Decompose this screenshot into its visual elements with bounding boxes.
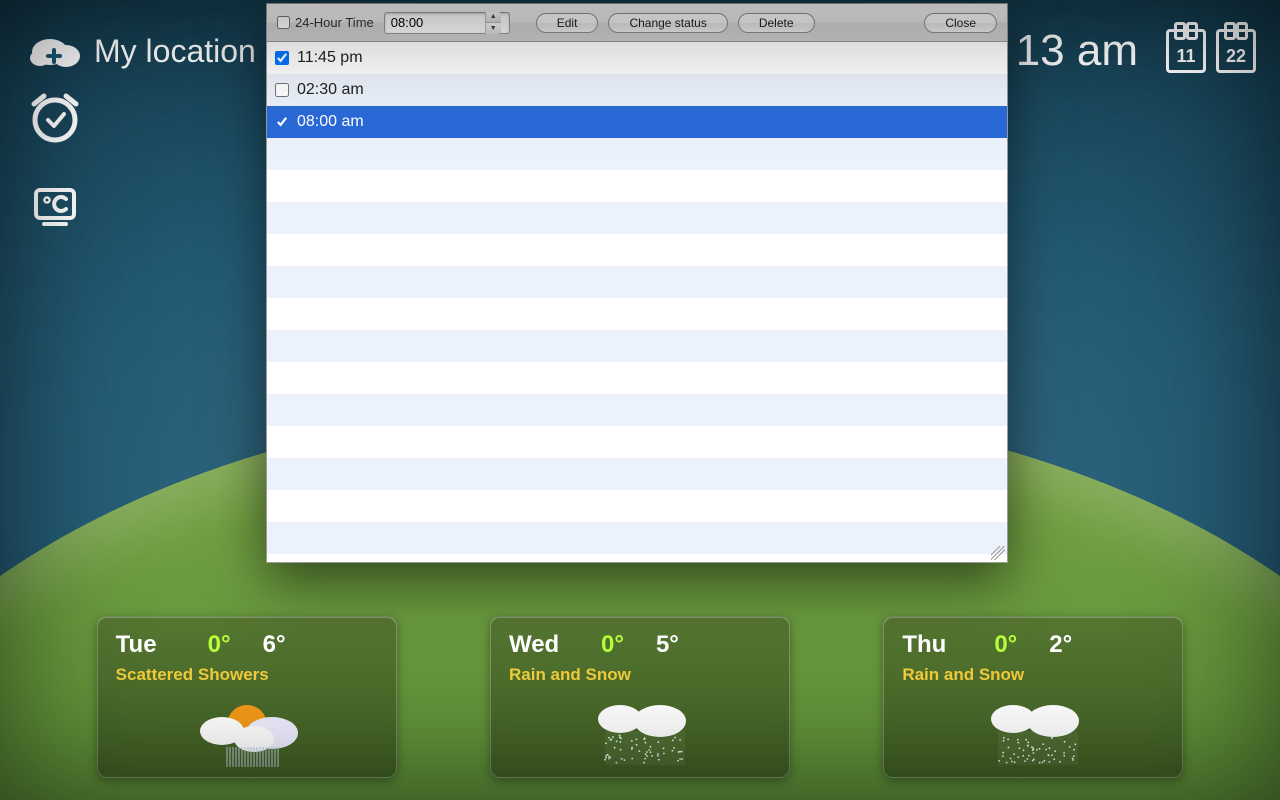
forecast-desc: Scattered Showers [116, 665, 378, 685]
forecast-head: Wed 0° 5° [509, 631, 771, 659]
alarm-list[interactable]: 11:45 pm 02:30 am 08:00 am [267, 42, 1007, 562]
alarm-row-empty[interactable] [267, 490, 1007, 522]
alarm-row-empty[interactable] [267, 362, 1007, 394]
alarm-row-empty[interactable] [267, 298, 1007, 330]
calendar-badge-right[interactable]: 22 [1216, 29, 1256, 73]
alarm-row-empty[interactable] [267, 554, 1007, 562]
close-button[interactable]: Close [924, 13, 997, 33]
alarm-enabled-checkbox[interactable] [275, 83, 289, 97]
forecast-low: 0° [208, 631, 231, 659]
time-stepper[interactable]: ▲ ▼ [485, 12, 501, 34]
24hour-toggle[interactable]: 24-Hour Time [277, 15, 374, 30]
forecast-low: 0° [994, 631, 1017, 659]
forecast-low: 0° [601, 631, 624, 659]
forecast-card[interactable]: Wed 0° 5° Rain and Snow [490, 616, 790, 778]
stepper-down-icon[interactable]: ▼ [486, 23, 501, 34]
location-title: My location [94, 33, 256, 70]
stepper-up-icon[interactable]: ▲ [486, 12, 501, 24]
edit-button[interactable]: Edit [536, 13, 599, 33]
calendar-badge-left[interactable]: 11 [1166, 29, 1206, 73]
forecast-head: Thu 0° 2° [902, 631, 1164, 659]
resize-grip-icon[interactable] [991, 546, 1005, 560]
alarm-row-empty[interactable] [267, 202, 1007, 234]
forecast-desc: Rain and Snow [509, 665, 771, 685]
time-input[interactable] [385, 15, 485, 30]
sidebar [28, 90, 82, 234]
alarm-time-label: 08:00 am [297, 113, 364, 131]
forecast-head: Tue 0° 6° [116, 631, 378, 659]
alarm-dialog: 24-Hour Time ▲ ▼ Edit Change status Dele… [266, 3, 1008, 563]
alarm-row[interactable]: 11:45 pm [267, 42, 1007, 74]
alarm-row-empty[interactable] [267, 138, 1007, 170]
alarm-row[interactable]: 08:00 am [267, 106, 1007, 138]
forecast-art-icon [98, 691, 396, 771]
alarm-row-empty[interactable] [267, 458, 1007, 490]
alarm-row-empty[interactable] [267, 330, 1007, 362]
forecast-desc: Rain and Snow [902, 665, 1164, 685]
forecast-art-icon [884, 691, 1182, 771]
alarm-time-label: 02:30 am [297, 81, 364, 99]
change-status-button[interactable]: Change status [608, 13, 727, 33]
celsius-icon[interactable] [28, 180, 82, 234]
alarm-row-empty[interactable] [267, 266, 1007, 298]
alarm-time-label: 11:45 pm [297, 49, 363, 67]
forecast-high: 6° [263, 631, 286, 659]
alarm-row-empty[interactable] [267, 426, 1007, 458]
calendar-day-left: 11 [1176, 46, 1195, 67]
dialog-toolbar: 24-Hour Time ▲ ▼ Edit Change status Dele… [267, 4, 1007, 42]
24hour-label: 24-Hour Time [295, 15, 374, 30]
forecast-row: Tue 0° 6° Scattered Showers Wed 0° 5° Ra… [0, 616, 1280, 778]
forecast-card[interactable]: Tue 0° 6° Scattered Showers [97, 616, 397, 778]
clock-time: 13 am [1016, 26, 1138, 76]
alarm-row[interactable]: 02:30 am [267, 74, 1007, 106]
alarm-enabled-checkbox[interactable] [275, 51, 289, 65]
calendar-day-right: 22 [1226, 46, 1246, 67]
alarm-row-empty[interactable] [267, 234, 1007, 266]
alarm-row-empty[interactable] [267, 522, 1007, 554]
forecast-day: Wed [509, 631, 569, 659]
alarm-clock-icon[interactable] [28, 90, 82, 144]
forecast-day: Tue [116, 631, 176, 659]
alarm-row-empty[interactable] [267, 394, 1007, 426]
forecast-high: 2° [1049, 631, 1072, 659]
alarm-row-empty[interactable] [267, 170, 1007, 202]
add-location-icon[interactable] [28, 30, 82, 72]
alarm-enabled-checkbox[interactable] [275, 115, 289, 129]
forecast-high: 5° [656, 631, 679, 659]
forecast-art-icon [491, 691, 789, 771]
delete-button[interactable]: Delete [738, 13, 815, 33]
forecast-day: Thu [902, 631, 962, 659]
forecast-card[interactable]: Thu 0° 2° Rain and Snow [883, 616, 1183, 778]
time-field[interactable]: ▲ ▼ [384, 12, 510, 34]
24hour-checkbox[interactable] [277, 16, 290, 29]
